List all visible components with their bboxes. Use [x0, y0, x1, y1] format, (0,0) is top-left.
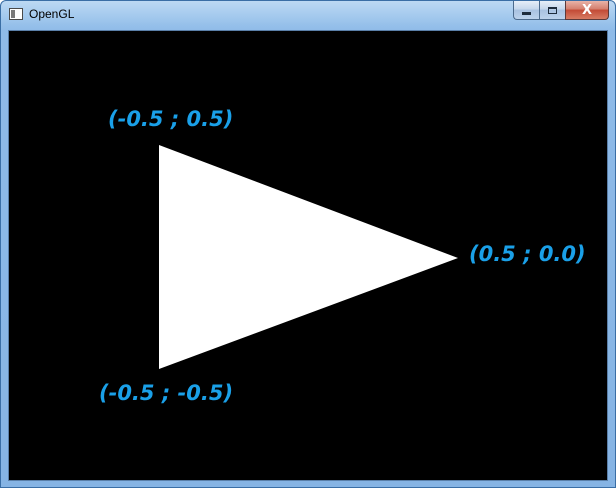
white-triangle [159, 145, 458, 369]
close-icon: X [581, 2, 593, 18]
opengl-viewport[interactable]: (-0.5 ; 0.5) (0.5 ; 0.0) (-0.5 ; -0.5) [8, 30, 608, 481]
window-app-icon[interactable] [9, 8, 23, 20]
maximize-icon [548, 6, 557, 14]
caption-buttons: X [513, 1, 609, 20]
close-button[interactable]: X [565, 1, 609, 20]
vertex-label-right: (0.5 ; 0.0) [469, 242, 586, 266]
window-title: OpenGL [29, 7, 75, 21]
maximize-button[interactable] [539, 1, 565, 20]
vertex-label-bottom-left: (-0.5 ; -0.5) [99, 381, 234, 405]
minimize-icon [522, 11, 531, 15]
title-bar[interactable]: OpenGL X [1, 1, 615, 29]
vertex-label-top-left: (-0.5 ; 0.5) [108, 107, 234, 131]
minimize-button[interactable] [513, 1, 539, 20]
opengl-window: OpenGL X (-0.5 ; 0.5) (0.5 ; 0.0) (-0.5 … [0, 0, 616, 488]
